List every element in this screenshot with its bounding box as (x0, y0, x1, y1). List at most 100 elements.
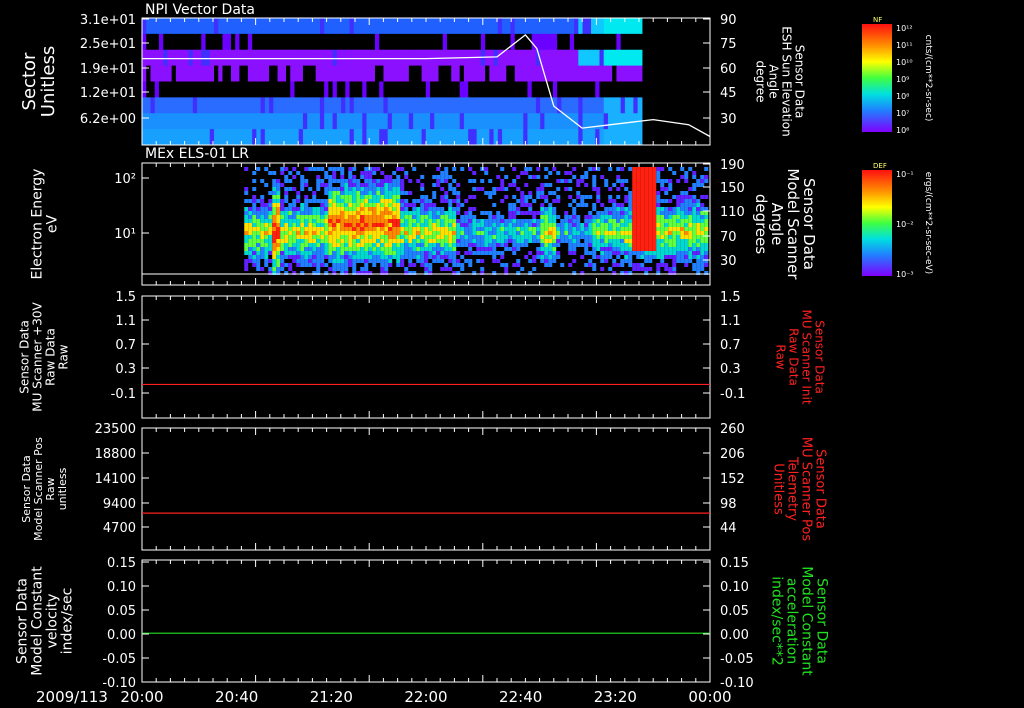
heatmap-cell (588, 219, 593, 223)
heatmap-cell (348, 171, 353, 175)
heatmap-cell (315, 65, 321, 82)
heatmap-cell (644, 211, 649, 215)
heatmap-cell (608, 235, 613, 239)
heatmap-cell (644, 183, 649, 187)
heatmap-cell (532, 227, 537, 231)
heatmap-cell (544, 251, 549, 255)
heatmap-cell (288, 171, 293, 175)
heatmap-cell (612, 129, 618, 146)
heatmap-cell (692, 227, 697, 231)
heatmap-cell (284, 239, 289, 243)
heatmap-cell (400, 251, 405, 255)
heatmap-cell (290, 65, 296, 82)
heatmap-cell (616, 235, 621, 239)
y-tick-label: 10² (114, 172, 136, 187)
heatmap-cell (510, 113, 516, 130)
heatmap-cell (688, 207, 693, 211)
heatmap-cell (348, 179, 353, 183)
heatmap-cell (452, 255, 457, 259)
heatmap-cell (362, 18, 368, 35)
heatmap-cell (528, 191, 533, 195)
heatmap-cell (316, 263, 321, 267)
heatmap-cell (632, 171, 637, 175)
heatmap-cell (280, 183, 285, 187)
heatmap-cell (512, 167, 517, 171)
heatmap-cell (388, 263, 393, 267)
y-axis-label: Sensor Data MU Scanner +30V Raw Data Raw (18, 302, 71, 412)
heatmap-cell (688, 211, 693, 215)
heatmap-cell (476, 235, 481, 239)
heatmap-cell (146, 97, 152, 114)
heatmap-cell (412, 247, 417, 251)
heatmap-cell (652, 239, 657, 243)
heatmap-cell (336, 167, 341, 171)
heatmap-cell (620, 113, 626, 130)
heatmap-cell (633, 97, 639, 114)
heatmap-cell (404, 215, 409, 219)
heatmap-cell (504, 243, 509, 247)
heatmap-cell (624, 81, 630, 98)
heatmap-cell (324, 231, 329, 235)
heatmap-cell (600, 255, 605, 259)
heatmap-cell (376, 251, 381, 255)
heatmap-cell (412, 227, 417, 231)
heatmap-cell (142, 129, 147, 146)
heatmap-cell (272, 227, 277, 231)
heatmap-cell (557, 49, 562, 67)
heatmap-cell (540, 191, 545, 195)
heatmap-cell (485, 129, 490, 146)
heatmap-cell (656, 239, 661, 243)
heatmap-cell (684, 231, 689, 235)
y-tick-label: 1.2e+01 (80, 86, 136, 101)
heatmap-cell (412, 215, 417, 219)
heatmap-cell (652, 183, 657, 187)
heatmap-cell (358, 65, 363, 82)
heatmap-cell (600, 219, 605, 223)
heatmap-cell (328, 18, 334, 35)
heatmap-cell (510, 65, 516, 82)
heatmap-cell (560, 231, 565, 235)
heatmap-cell (392, 239, 397, 243)
heatmap-cell (640, 255, 645, 259)
heatmap-cell (404, 97, 410, 114)
heatmap-cell (660, 251, 665, 255)
heatmap-cell (624, 207, 629, 211)
heatmap-cell (424, 235, 429, 239)
heatmap-cell (632, 231, 637, 235)
heatmap-cell (312, 227, 317, 231)
heatmap-cell (370, 129, 376, 146)
heatmap-cell (544, 49, 550, 67)
heatmap-cell (460, 219, 465, 223)
heatmap-cell (247, 129, 253, 146)
heatmap-cell (252, 187, 257, 191)
heatmap-cell (218, 65, 224, 82)
heatmap-cell (544, 215, 549, 219)
heatmap-cell (239, 113, 245, 130)
heatmap-cell (243, 81, 249, 98)
heatmap-cell (142, 33, 147, 51)
heatmap-cell (544, 263, 549, 267)
heatmap-cell (154, 49, 160, 67)
heatmap-cell (592, 231, 597, 235)
heatmap-cell (696, 259, 701, 263)
heatmap-cell (150, 49, 156, 67)
heatmap-cell (484, 251, 489, 255)
heatmap-cell (244, 247, 249, 251)
heatmap-cell (572, 219, 577, 223)
heatmap-cell (451, 113, 457, 130)
heatmap-cell (434, 81, 440, 98)
heatmap-cell (656, 203, 661, 207)
heatmap-cell (384, 191, 389, 195)
heatmap-cell (320, 235, 325, 239)
heatmap-cell (205, 113, 211, 130)
heatmap-cell (552, 191, 557, 195)
heatmap-cell (588, 195, 593, 199)
heatmap-cell (524, 211, 529, 215)
heatmap-cell (460, 243, 465, 247)
heatmap-cell (512, 179, 517, 183)
heatmap-cell (448, 247, 453, 251)
heatmap-cell (648, 187, 653, 191)
heatmap-cell (420, 263, 425, 267)
heatmap-cell (520, 231, 525, 235)
heatmap-cell (616, 231, 621, 235)
